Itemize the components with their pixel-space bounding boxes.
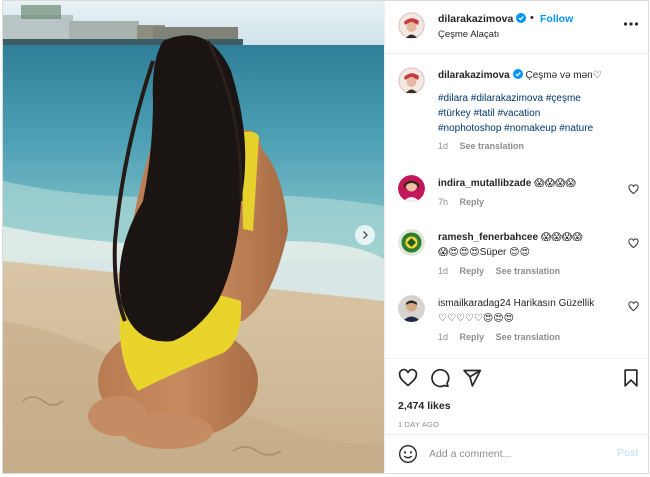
profile-picture xyxy=(398,12,425,39)
caption-username[interactable]: dilarakazimova xyxy=(438,70,510,81)
avatar[interactable] xyxy=(398,295,425,322)
comment-time[interactable]: 7h xyxy=(438,197,448,207)
comment-username[interactable]: ismailkaradag24 xyxy=(438,298,511,309)
like-comment-heart-icon[interactable] xyxy=(628,238,639,249)
post-header: dilarakazimova • Follow Çeşme Alaçatı xyxy=(385,1,650,54)
more-options-icon[interactable] xyxy=(623,18,639,30)
beach-photo-illustration xyxy=(3,1,384,473)
verified-badge-icon xyxy=(512,69,523,79)
chevron-right-icon xyxy=(363,231,368,239)
heart-icon[interactable] xyxy=(398,368,418,388)
separator-dot: • xyxy=(530,12,534,24)
post-timestamp[interactable]: 1 DAY AGO xyxy=(398,420,439,429)
see-translation-link[interactable]: See translation xyxy=(496,266,561,276)
caption-meta: 1d See translation xyxy=(438,140,624,152)
comment-username[interactable]: ramesh_fenerbahcee xyxy=(438,232,538,243)
header-username[interactable]: dilarakazimova xyxy=(438,13,527,25)
share-icon[interactable] xyxy=(462,368,482,388)
avatar[interactable] xyxy=(398,175,425,202)
post-sidebar: dilarakazimova • Follow Çeşme Alaçatı di… xyxy=(384,1,650,473)
comment-text-continued: ♡♡♡♡♡😍😍😍 xyxy=(438,313,515,324)
avatar[interactable] xyxy=(398,12,425,39)
next-image-button[interactable] xyxy=(355,225,375,245)
like-comment-heart-icon[interactable] xyxy=(628,184,639,195)
post-comment-button[interactable]: Post xyxy=(617,447,638,459)
verified-badge-icon xyxy=(516,13,527,23)
bookmark-icon[interactable] xyxy=(621,368,641,388)
comment-meta: 7h Reply xyxy=(438,196,624,208)
caption-time[interactable]: 1d xyxy=(438,141,448,151)
likes-count[interactable]: 2,474 likes xyxy=(398,400,451,412)
reply-button[interactable]: Reply xyxy=(460,266,485,276)
comment-body: indira_mutallibzade 😱😱😱😱 7h Reply xyxy=(438,176,624,208)
comment-text: 😱😱😱😱 xyxy=(534,178,576,189)
see-translation-link[interactable]: See translation xyxy=(496,332,561,342)
reply-button[interactable]: Reply xyxy=(460,332,485,342)
comment-text-continued: 😱😍😍😍Süper 😊😍 xyxy=(438,247,531,258)
caption-body: dilarakazimova Çeşmə və mən♡ #dilara #di… xyxy=(438,68,624,152)
comments-list[interactable]: dilarakazimova Çeşmə və mən♡ #dilara #di… xyxy=(385,55,650,358)
follow-button[interactable]: Follow xyxy=(540,13,573,25)
see-translation-link[interactable]: See translation xyxy=(460,141,525,151)
comment-meta: 1d Reply See translation xyxy=(438,331,624,343)
caption-hashtags-1[interactable]: #dilara #dilarakazimova #çeşme xyxy=(438,91,624,106)
post-actions: 2,474 likes 1 DAY AGO xyxy=(385,358,650,434)
caption-text: Çeşmə və mən♡ xyxy=(525,70,602,81)
avatar[interactable] xyxy=(398,67,425,94)
commenter-picture xyxy=(398,229,425,256)
comment-text: 😱😱😱😱 xyxy=(540,232,583,243)
comment-icon[interactable] xyxy=(430,368,450,388)
comment-time[interactable]: 1d xyxy=(438,332,448,342)
location-link[interactable]: Çeşme Alaçatı xyxy=(438,29,499,40)
comment-input[interactable] xyxy=(429,445,609,463)
comment-meta: 1d Reply See translation xyxy=(438,265,624,277)
comment-body: ramesh_fenerbahcee 😱😱😱😱 😱😍😍😍Süper 😊😍 1d … xyxy=(438,230,624,277)
comment-body: ismailkaradag24 Harikasın Güzellik ♡♡♡♡♡… xyxy=(438,296,624,343)
caption-hashtags-2[interactable]: #türkey #tatil #vacation xyxy=(438,106,624,121)
instagram-post: dilarakazimova • Follow Çeşme Alaçatı di… xyxy=(2,0,650,474)
comment-username[interactable]: indira_mutallibzade xyxy=(438,178,531,189)
reply-button[interactable]: Reply xyxy=(460,197,485,207)
post-photo[interactable] xyxy=(3,1,384,473)
commenter-picture xyxy=(398,295,425,322)
commenter-picture xyxy=(398,175,425,202)
comment-text: Harikasın Güzellik xyxy=(513,298,595,309)
emoji-icon[interactable] xyxy=(398,444,418,464)
comment-composer: Post xyxy=(385,434,650,473)
comment-time[interactable]: 1d xyxy=(438,266,448,276)
like-comment-heart-icon[interactable] xyxy=(628,301,639,312)
caption-hashtags-3[interactable]: #nophotoshop #nomakeup #nature xyxy=(438,121,624,136)
avatar[interactable] xyxy=(398,229,425,256)
profile-picture xyxy=(398,67,425,94)
